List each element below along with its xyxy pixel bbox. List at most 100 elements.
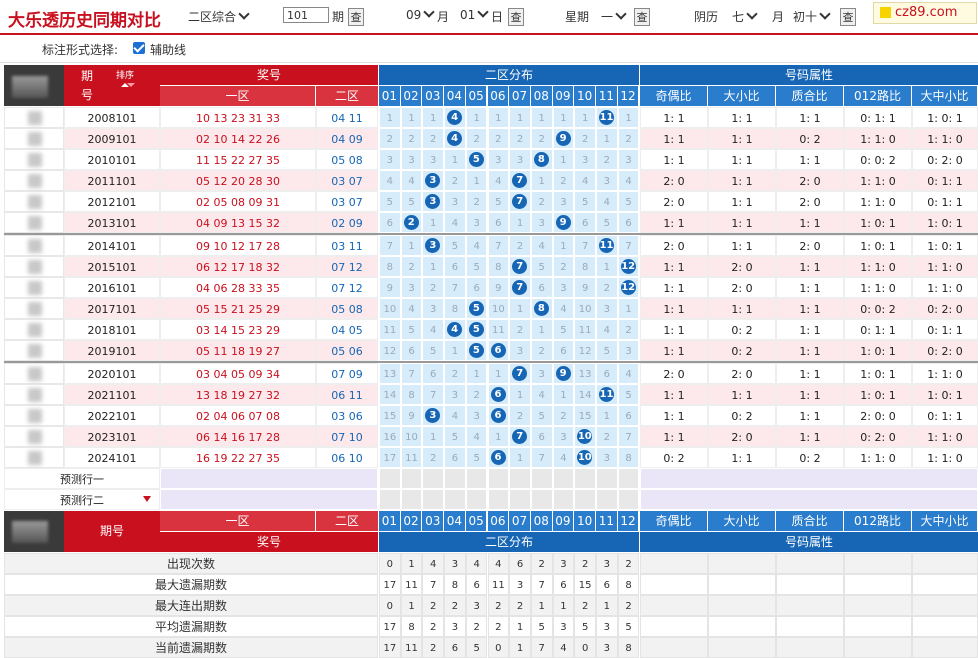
lunar-day-value: 初十 [793,10,818,24]
dist-cell: 10 [574,298,596,319]
stat-value: 3 [444,553,466,574]
blurred-icon [28,388,42,402]
predict-dist-cell[interactable] [617,489,640,510]
auxiliary-line-checkbox[interactable] [133,42,145,54]
dist-cell: 3 [465,405,488,426]
predict-dist-cell[interactable] [400,468,423,489]
predict-dist-cell[interactable] [487,468,510,489]
stat-value: 2 [487,616,510,637]
dist-cell: 2 [379,128,401,149]
week-select[interactable]: 一 [601,8,627,25]
dist-cell: 5 [596,340,618,361]
predict-dist-cell[interactable] [552,468,575,489]
row-attr: 1: 1 [708,298,776,319]
predict-dist-cell[interactable] [574,489,596,510]
dist-cell: 7 [444,277,466,298]
predict-dist-cell[interactable] [596,489,618,510]
predict-dist-cell[interactable] [444,489,466,510]
dist-cell: 3 [444,191,466,212]
predict-dist-cell[interactable] [465,468,488,489]
stat-value: 2 [617,595,640,616]
row-attr: 1: 1 [708,170,776,191]
predict-dist-cell[interactable] [574,468,596,489]
predict-dist-cell[interactable] [509,489,531,510]
header-number-08: 08 [530,86,552,106]
predict-dist-cell[interactable] [379,489,401,510]
predict-dist-cell[interactable] [530,468,553,489]
zone-select[interactable]: 二区综合 [188,8,250,25]
predict-dist-cell[interactable] [509,468,531,489]
row-attr: 0: 1: 1 [912,191,978,212]
month-select[interactable]: 09 [406,6,435,22]
dist-cell: 2 [509,405,531,426]
site-logo[interactable]: cz89.com [873,2,977,24]
row-attr: 1: 1: 0 [844,128,912,149]
stat-value: 8 [617,574,640,595]
stat-value: 11 [400,574,423,595]
predict-attr-cell[interactable] [640,489,978,510]
stat-value: 6 [465,574,488,595]
header-number-06: 06 [487,86,509,106]
stat-attr-empty [708,637,776,658]
sort-button[interactable]: 排序 [110,70,140,82]
predict-dist-cell[interactable] [530,489,553,510]
stat-value: 8 [617,637,640,658]
row-attr: 2: 0 [640,235,708,256]
row-attr: 1: 1: 0 [844,170,912,191]
dist-cell: 5 [617,384,640,405]
predict-dist-cell[interactable] [487,489,510,510]
drawn-number-ball: 8 [533,152,549,167]
predict-dist-cell[interactable] [400,489,423,510]
blurred-icon [28,216,42,230]
dist-cell: 7 [487,235,510,256]
day-select-value: 01 [460,8,476,22]
query-button-date[interactable]: 查 [508,8,524,26]
dist-cell: 1 [422,256,445,277]
dist-cell: 1 [400,107,423,128]
dist-cell: 1 [530,107,553,128]
sort-down-icon[interactable] [127,83,135,87]
predict-row-label[interactable]: 预测行一 [4,468,160,489]
drawn-number-ball: 4 [447,131,463,146]
query-button-period[interactable]: 查 [348,8,364,26]
predict-dist-cell[interactable] [379,468,401,489]
dist-cell: 2 [530,340,553,361]
predict-row-label[interactable]: 预测行二 [4,489,160,510]
day-select[interactable]: 01 [460,6,489,22]
row-attr: 0: 2 [640,447,708,468]
predict-dist-cell[interactable] [422,468,445,489]
dist-cell: 6 [530,426,553,447]
predict-dist-cell[interactable] [422,489,445,510]
query-button-week[interactable]: 查 [634,8,650,26]
row-attr: 2: 0 [776,191,844,212]
predict-prize-cell[interactable] [160,489,378,510]
dist-cell: 1 [617,107,640,128]
predict-dist-cell[interactable] [596,468,618,489]
predict-dist-cell[interactable] [552,489,575,510]
row-period: 2014101 [64,235,160,256]
dist-cell: 15 [379,405,401,426]
predict-dist-cell[interactable] [465,489,488,510]
footer-number-02: 02 [400,511,422,531]
lunar-day-select[interactable]: 初十 [793,8,831,25]
blurred-icon [28,367,42,381]
predict-dist-cell[interactable] [617,468,640,489]
query-button-lunar[interactable]: 查 [840,8,856,26]
dist-cell: 10 [400,426,423,447]
predict-attr-cell[interactable] [640,468,978,489]
stat-attr-empty [844,553,912,574]
predict-dist-cell[interactable] [444,468,466,489]
stat-value: 3 [596,616,618,637]
period-input[interactable]: 101 [283,7,329,23]
lunar-month-select[interactable]: 七 [732,8,758,25]
options-bar: 标注形式选择: 辅助线 [0,36,978,63]
row-zone1: 10 13 23 31 33 [160,107,316,128]
row-attr: 2: 0 [708,363,776,384]
stat-value: 7 [530,574,553,595]
footer-zone2: 二区 [316,511,378,531]
row-attr: 1: 1 [776,340,844,361]
row-attr: 1: 1 [640,319,708,340]
predict-prize-cell[interactable] [160,468,378,489]
stat-label: 最大遗漏期数 [4,574,378,595]
row-zone1: 13 18 19 27 32 [160,384,316,405]
